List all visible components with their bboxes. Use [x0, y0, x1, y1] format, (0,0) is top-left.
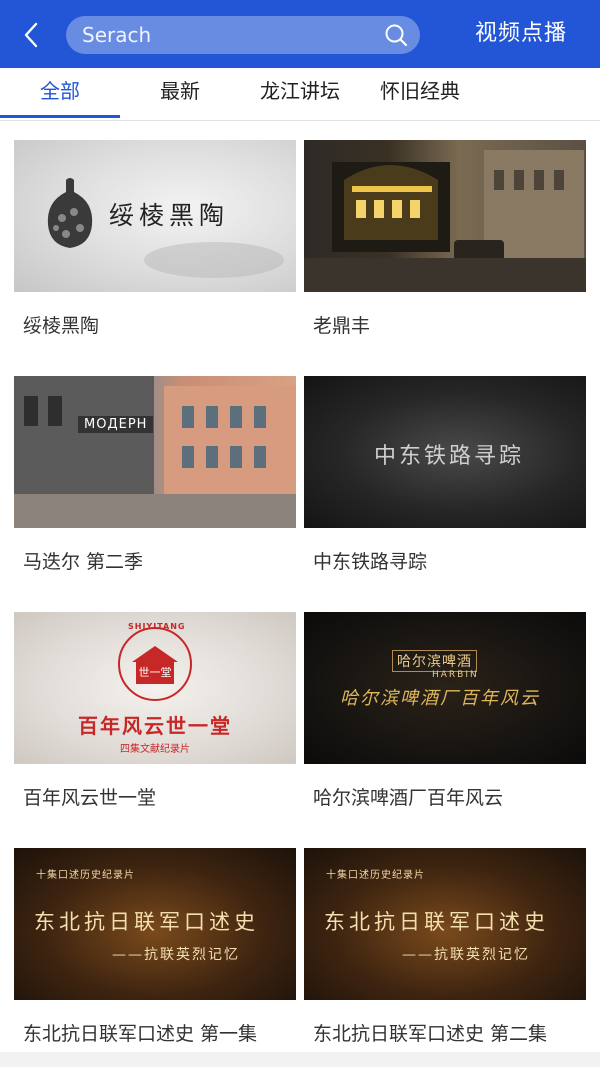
thumbnail-seal-text: 世一堂: [138, 666, 172, 679]
old-street-illustration: [304, 150, 586, 292]
header-bar: 视频点播: [0, 0, 600, 68]
tab-all[interactable]: 全部: [0, 68, 120, 118]
video-thumbnail: 绥棱黑陶: [14, 140, 296, 292]
video-card[interactable]: 哈尔滨啤酒 HARBIN 哈尔滨啤酒厂百年风云 哈尔滨啤酒厂百年风云: [304, 612, 586, 810]
thumbnail-title-text: 东北抗日联军口述史: [324, 910, 549, 934]
search-icon[interactable]: [384, 23, 408, 47]
video-card[interactable]: МОДЕРН 马迭尔 第二季: [14, 376, 296, 574]
thumbnail-top-text: 十集口述历史纪录片: [36, 870, 135, 881]
thumbnail-logo-subtext: HARBIN: [432, 670, 479, 680]
thumbnail-subtitle-text: 四集文献纪录片: [120, 744, 190, 755]
video-card[interactable]: 十集口述历史纪录片 东北抗日联军口述史 ——抗联英烈记忆 东北抗日联军口述史 第…: [304, 848, 586, 1046]
thumbnail-subtitle-text: ——抗联英烈记忆: [402, 947, 530, 963]
active-tab-indicator: [0, 115, 120, 118]
video-thumbnail: МОДЕРН: [14, 376, 296, 528]
video-card[interactable]: 十集口述历史纪录片 东北抗日联军口述史 ——抗联英烈记忆 东北抗日联军口述史 第…: [14, 848, 296, 1046]
video-thumbnail: SHIYITANG 世一堂 百年风云世一堂 四集文献纪录片: [14, 612, 296, 764]
chevron-left-icon: [24, 22, 38, 48]
video-card[interactable]: 中东铁路寻踪 中东铁路寻踪: [304, 376, 586, 574]
video-title: 马迭尔 第二季: [23, 551, 144, 573]
page-title: 视频点播: [474, 21, 567, 46]
thumbnail-top-text: 十集口述历史纪录片: [326, 870, 425, 881]
video-title: 老鼎丰: [313, 315, 371, 337]
video-title: 东北抗日联军口述史 第二集: [313, 1023, 548, 1045]
video-card[interactable]: 绥棱黑陶 绥棱黑陶: [14, 140, 296, 338]
bottom-divider: [0, 1052, 600, 1067]
thumbnail-title-text: 绥棱黑陶: [109, 201, 230, 230]
thumbnail-logo-text: SHIYITANG: [128, 622, 186, 631]
tab-nostalgic-classics[interactable]: 怀旧经典: [360, 68, 480, 118]
thumbnail-logo-text: 哈尔滨啤酒: [392, 650, 477, 672]
video-title: 东北抗日联军口述史 第一集: [23, 1023, 258, 1045]
thumbnail-title-text: 东北抗日联军口述史: [34, 910, 259, 934]
video-card[interactable]: 老鼎丰: [304, 140, 586, 338]
search-input[interactable]: [80, 22, 374, 48]
tab-longjiang-forum[interactable]: 龙江讲坛: [240, 68, 360, 118]
video-thumbnail: 十集口述历史纪录片 东北抗日联军口述史 ——抗联英烈记忆: [304, 848, 586, 1000]
category-tabs: 全部 最新 龙江讲坛 怀旧经典: [0, 68, 600, 121]
modern-hotel-street-illustration: [14, 376, 296, 528]
thumbnail-title-text: 中东铁路寻踪: [374, 444, 525, 469]
video-thumbnail: 中东铁路寻踪: [304, 376, 586, 528]
thumbnail-subtitle-text: ——抗联英烈记忆: [112, 947, 240, 963]
video-thumbnail: [304, 140, 586, 292]
video-title: 中东铁路寻踪: [313, 551, 428, 573]
video-title: 绥棱黑陶: [23, 315, 100, 337]
back-button[interactable]: [18, 22, 44, 48]
video-title: 百年风云世一堂: [23, 787, 157, 809]
video-card[interactable]: SHIYITANG 世一堂 百年风云世一堂 四集文献纪录片 百年风云世一堂: [14, 612, 296, 810]
hotel-sign-text: МОДЕРН: [78, 416, 154, 433]
thumbnail-title-text: 哈尔滨啤酒厂百年风云: [340, 688, 540, 709]
thumbnail-title-text: 百年风云世一堂: [78, 714, 232, 738]
video-thumbnail: 哈尔滨啤酒 HARBIN 哈尔滨啤酒厂百年风云: [304, 612, 586, 764]
search-box[interactable]: [66, 16, 420, 54]
tab-latest[interactable]: 最新: [120, 68, 240, 118]
video-title: 哈尔滨啤酒厂百年风云: [313, 787, 504, 809]
video-thumbnail: 十集口述历史纪录片 东北抗日联军口述史 ——抗联英烈记忆: [14, 848, 296, 1000]
